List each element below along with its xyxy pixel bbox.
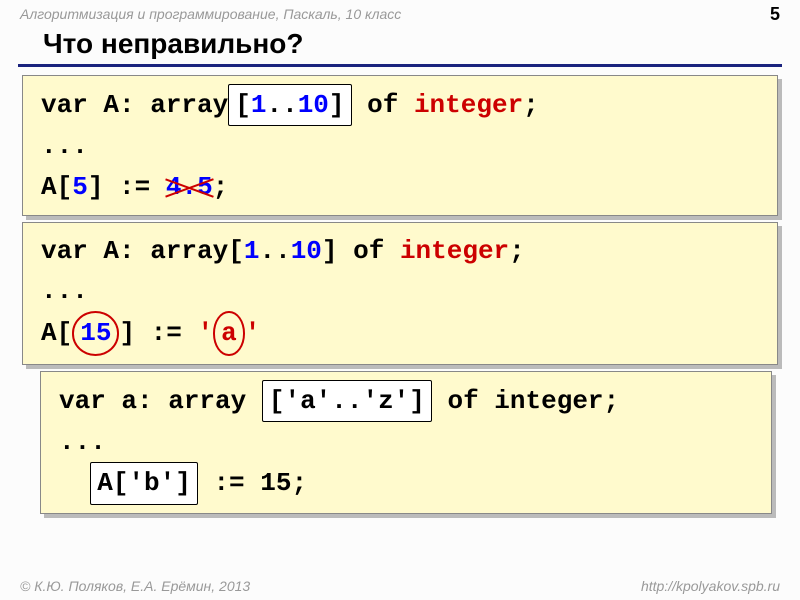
code-line: ... — [41, 271, 759, 311]
code-line: A[15] := 'a' — [41, 311, 759, 355]
bad-value-circle: a — [213, 311, 245, 355]
code-block-1: var A: array[1..10] of integer; ... A[5]… — [22, 75, 778, 216]
page-number: 5 — [770, 4, 780, 25]
copyright: © К.Ю. Поляков, Е.А. Ерёмин, 2013 — [20, 578, 250, 594]
code-line: var A: array[1..10] of integer; — [41, 84, 759, 126]
code-line: A['b'] := 15; — [59, 462, 753, 504]
code-line: A[5] := 4.5; — [41, 167, 759, 207]
slide-footer: © К.Ю. Поляков, Е.А. Ерёмин, 2013 http:/… — [20, 578, 780, 594]
subject-text: Алгоритмизация и программирование, Паска… — [20, 6, 401, 22]
code-line: var a: array ['a'..'z'] of integer; — [59, 380, 753, 422]
code-line: ... — [41, 126, 759, 166]
code-line: ... — [59, 422, 753, 462]
char-index-box: A['b'] — [90, 462, 198, 504]
slide-header: Алгоритмизация и программирование, Паска… — [0, 0, 800, 24]
slide-title: Что неправильно? — [18, 24, 782, 67]
code-block-3: var a: array ['a'..'z'] of integer; ... … — [40, 371, 772, 514]
crossed-value: 4.5 — [166, 167, 213, 207]
range-highlight: [1..10] — [228, 84, 351, 126]
code-block-2: var A: array[1..10] of integer; ... A[15… — [22, 222, 778, 365]
code-line: var A: array[1..10] of integer; — [41, 231, 759, 271]
bad-index-circle: 15 — [72, 311, 119, 355]
char-range-box: ['a'..'z'] — [262, 380, 432, 422]
footer-url: http://kpolyakov.spb.ru — [641, 578, 780, 594]
